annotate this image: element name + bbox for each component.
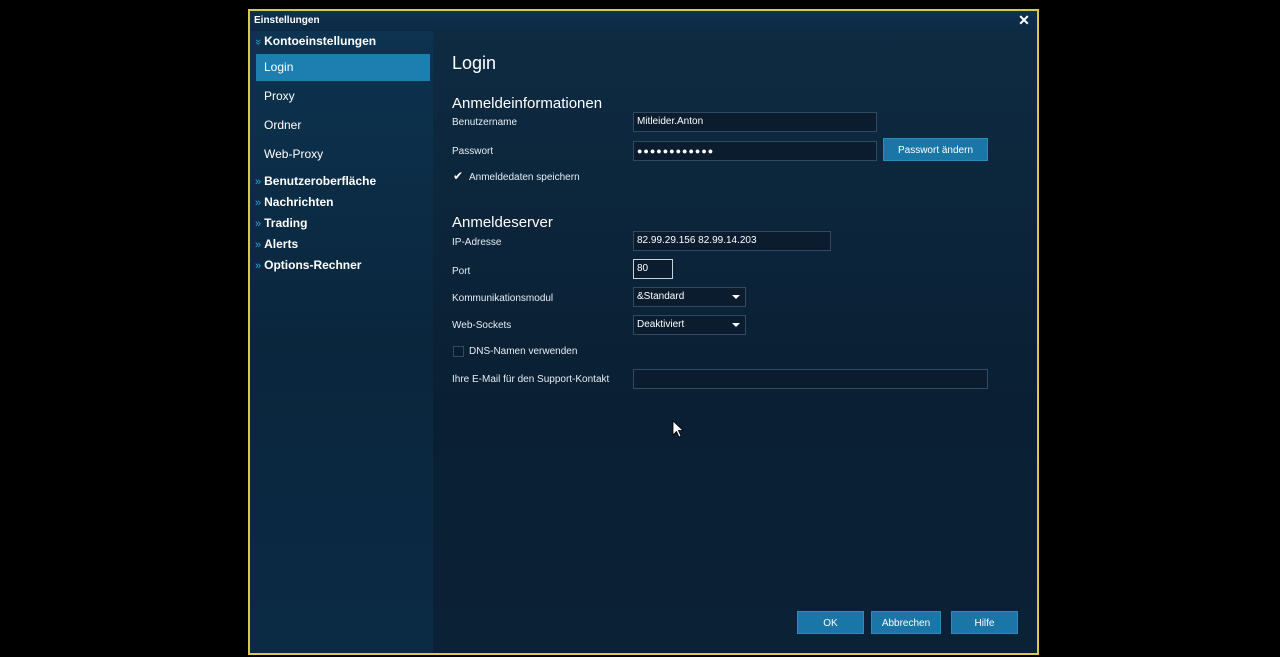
sidebar-category-alerts[interactable]: » Alerts	[255, 237, 298, 253]
username-field[interactable]: Mitleider.Anton	[633, 112, 877, 132]
ip-address-field[interactable]: 82.99.29.156 82.99.14.203	[633, 231, 831, 251]
chevron-right-icon: »	[255, 218, 262, 230]
sidebar-category-label: Benutzeroberfläche	[264, 174, 377, 188]
change-password-button[interactable]: Passwort ändern	[883, 138, 988, 161]
websockets-label: Web-Sockets	[452, 320, 512, 331]
mouse-pointer-icon	[672, 420, 685, 438]
sidebar-item-web-proxy[interactable]: Web-Proxy	[256, 141, 430, 168]
section-heading-login: Anmeldeinformationen	[452, 95, 603, 112]
sidebar-category-label: Kontoeinstellungen	[264, 34, 377, 48]
section-heading-server: Anmeldeserver	[452, 214, 553, 231]
sidebar-category-trading[interactable]: » Trading	[255, 216, 307, 232]
sidebar-category-label: Trading	[264, 216, 308, 230]
page-title: Login	[452, 53, 497, 73]
window-title: Einstellungen	[254, 15, 320, 26]
comm-module-label: Kommunikationsmodul	[452, 293, 554, 304]
dns-names-checkbox[interactable]	[453, 346, 464, 357]
title-bar[interactable]: Einstellungen ✕	[250, 11, 1037, 31]
sidebar-category-label: Alerts	[264, 237, 299, 251]
sidebar-item-proxy[interactable]: Proxy	[256, 83, 430, 110]
support-email-label: Ihre E-Mail für den Support-Kontakt	[452, 374, 610, 385]
sidebar-item-login[interactable]: Login	[256, 54, 430, 81]
cancel-button[interactable]: Abbrechen	[871, 611, 941, 634]
sidebar-category-label: Nachrichten	[264, 195, 334, 209]
chevron-down-icon	[732, 323, 740, 327]
sidebar-category-options-rechner[interactable]: » Options-Rechner	[255, 258, 361, 274]
sidebar-category-nachrichten[interactable]: » Nachrichten	[255, 195, 333, 211]
port-label: Port	[452, 266, 471, 277]
settings-content: Login Anmeldeinformationen Benutzername …	[433, 31, 1037, 653]
websockets-select[interactable]: Deaktiviert	[633, 315, 746, 335]
port-field[interactable]: 80	[633, 259, 673, 279]
dns-names-label[interactable]: DNS-Namen verwenden	[469, 346, 577, 357]
chevron-right-icon: »	[255, 260, 262, 272]
help-button[interactable]: Hilfe	[951, 611, 1018, 634]
comm-module-value: &Standard	[637, 291, 685, 302]
support-email-field[interactable]	[633, 369, 988, 389]
save-credentials-label[interactable]: Anmeldedaten speichern	[469, 172, 580, 183]
websockets-value: Deaktiviert	[637, 319, 685, 330]
checkmark-icon[interactable]: ✔	[453, 169, 463, 183]
close-icon[interactable]: ✕	[1017, 12, 1031, 28]
ip-address-label: IP-Adresse	[452, 237, 502, 248]
chevron-down-icon: »	[252, 38, 265, 46]
username-label: Benutzername	[452, 117, 518, 128]
password-field[interactable]: ●●●●●●●●●●●●	[633, 141, 877, 161]
sidebar-category-kontoeinstellungen[interactable]: »Kontoeinstellungen	[252, 34, 377, 50]
ok-button[interactable]: OK	[797, 611, 864, 634]
sidebar-category-label: Options-Rechner	[264, 258, 362, 272]
chevron-down-icon	[732, 295, 740, 299]
sidebar-category-benutzeroberflaeche[interactable]: » Benutzeroberfläche	[255, 174, 376, 190]
sidebar: »Kontoeinstellungen Login Proxy Ordner W…	[250, 31, 433, 653]
chevron-right-icon: »	[255, 176, 262, 188]
comm-module-select[interactable]: &Standard	[633, 287, 746, 307]
chevron-right-icon: »	[255, 239, 262, 251]
password-label: Passwort	[452, 146, 494, 157]
sidebar-item-ordner[interactable]: Ordner	[256, 112, 430, 139]
chevron-right-icon: »	[255, 197, 262, 209]
settings-dialog: Einstellungen ✕ »Kontoeinstellungen Logi…	[248, 9, 1039, 655]
